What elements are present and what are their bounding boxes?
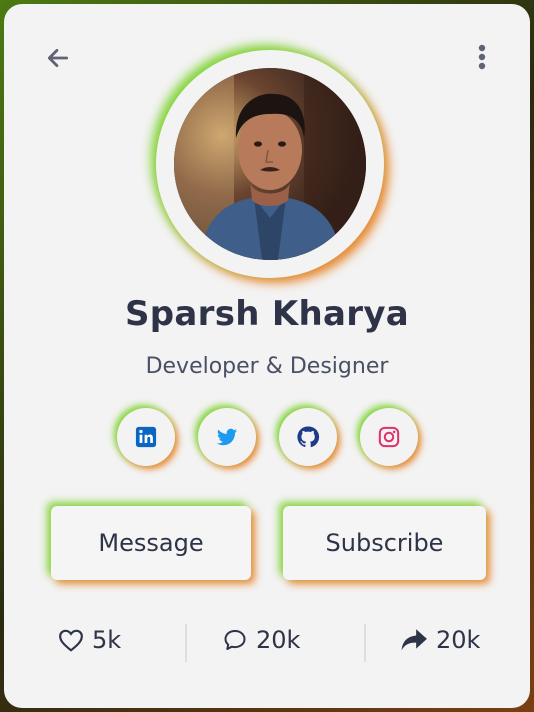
instagram-button[interactable] xyxy=(360,408,418,466)
twitter-button[interactable] xyxy=(198,408,256,466)
share-icon xyxy=(401,629,427,651)
more-options-button[interactable] xyxy=(470,40,494,74)
stat-divider xyxy=(364,624,366,662)
twitter-icon xyxy=(216,428,238,446)
comments-stat[interactable]: 20k xyxy=(222,616,300,664)
profile-role: Developer & Designer xyxy=(145,354,389,379)
subscribe-button[interactable]: Subscribe xyxy=(283,506,486,580)
avatar-image xyxy=(174,68,366,260)
avatar xyxy=(174,68,366,260)
shares-count: 20k xyxy=(436,626,481,654)
back-button[interactable] xyxy=(42,42,74,74)
stats-bar: 5k 20k 20k xyxy=(4,616,530,664)
likes-stat[interactable]: 5k xyxy=(58,616,121,664)
linkedin-icon xyxy=(135,426,157,448)
comment-icon xyxy=(224,630,246,650)
profile-card: Sparsh Kharya Developer & Designer Messa… xyxy=(4,4,530,708)
comments-count: 20k xyxy=(256,626,301,654)
instagram-icon xyxy=(378,426,400,448)
github-icon xyxy=(297,426,320,448)
message-button[interactable]: Message xyxy=(51,506,251,580)
more-vertical-icon xyxy=(478,44,486,70)
github-button[interactable] xyxy=(279,408,337,466)
profile-name: Sparsh Kharya xyxy=(124,294,410,334)
arrow-left-icon xyxy=(47,49,69,67)
heart-icon xyxy=(59,629,83,652)
avatar-ring xyxy=(156,50,384,278)
shares-stat[interactable]: 20k xyxy=(400,616,480,664)
linkedin-button[interactable] xyxy=(117,408,175,466)
stat-divider xyxy=(185,624,187,662)
social-links xyxy=(4,408,530,468)
likes-count: 5k xyxy=(92,626,122,654)
